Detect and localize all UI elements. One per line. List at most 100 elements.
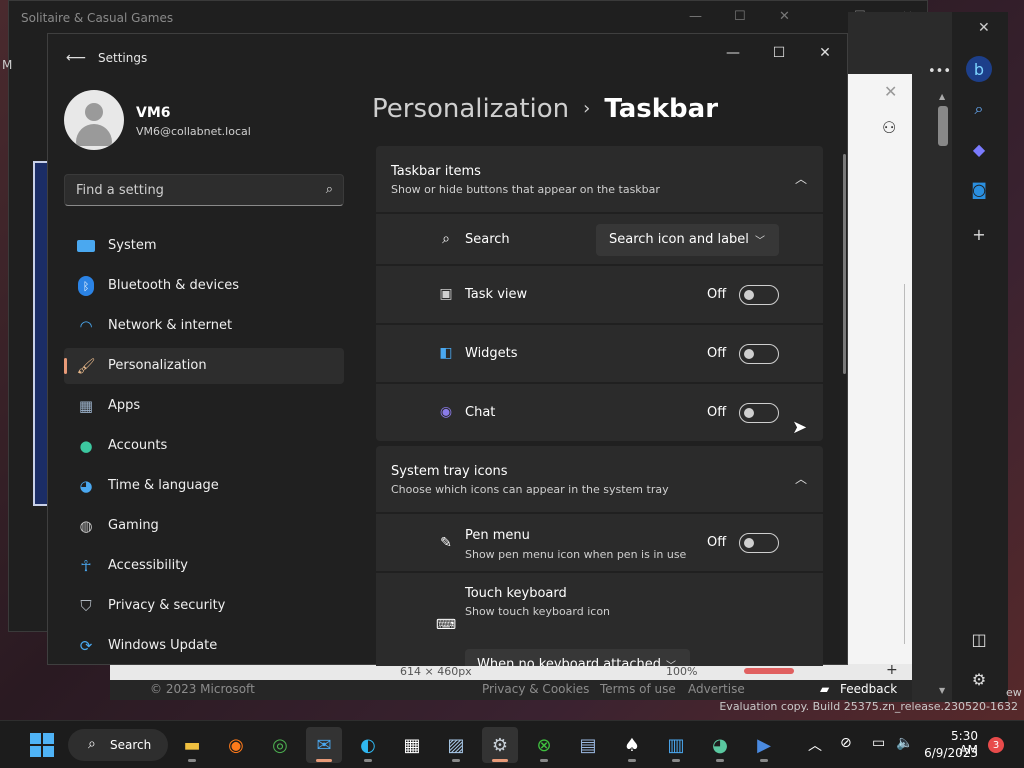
section-subtitle: Choose which icons can appear in the sys… [391,483,669,496]
close-icon[interactable]: ✕ [978,20,990,36]
sidebar-item-accounts[interactable]: ● Accounts [64,428,344,464]
minimize-icon[interactable]: — [689,9,702,24]
wifi-icon: ◠ [79,317,93,335]
taskbar-search[interactable]: ⌕ Search [68,729,168,761]
chrome-icon[interactable]: ◎ [262,727,298,763]
sidebar-item-network[interactable]: ◠ Network & internet [64,308,344,344]
feedback-icon[interactable]: ▰ [820,682,829,696]
sidebar-item-windows-update[interactable]: ⟳ Windows Update [64,628,344,664]
file-explorer-icon[interactable]: ▬ [174,727,210,763]
sidebar-item-accessibility[interactable]: ☥ Accessibility [64,548,344,584]
sidebar-item-apps[interactable]: ▦ Apps [64,388,344,424]
footer-advertise-link[interactable]: Advertise [688,682,745,696]
sidebar-item-gaming[interactable]: ◍ Gaming [64,508,344,544]
bing-icon[interactable]: b [966,56,992,82]
widgets-toggle[interactable] [739,344,779,364]
clock-date[interactable]: 6/9/2023 [922,746,978,760]
breadcrumb-parent[interactable]: Personalization [372,94,569,124]
sidebar-item-bluetooth[interactable]: ᛒ Bluetooth & devices [64,268,344,304]
zoom-slider[interactable] [744,668,794,674]
mail-icon[interactable]: ✉ [306,727,342,763]
close-icon[interactable]: ✕ [779,9,790,24]
content-scrollbar[interactable] [843,154,846,374]
zoom-in-icon[interactable]: + [886,662,898,678]
minimize-icon[interactable]: — [718,41,748,65]
footer-feedback-link[interactable]: Feedback [840,682,897,696]
chat-toggle[interactable] [739,403,779,423]
search-mode-dropdown[interactable]: Search icon and label ﹀ [596,224,779,256]
sidebar-item-label: Accessibility [108,558,188,573]
app-title: Settings [98,51,148,65]
system-tray-header[interactable]: System tray icons Choose which icons can… [376,446,823,512]
page-title: Taskbar [604,94,719,124]
start-button[interactable] [30,733,54,757]
store-icon[interactable]: ▦ [394,727,430,763]
touch-keyboard-dropdown[interactable]: When no keyboard attached ﹀ [465,649,690,666]
photos-icon[interactable]: ▨ [438,727,474,763]
page-scrollbar[interactable]: ▲ ▼ [934,90,952,702]
task-view-toggle[interactable] [739,285,779,305]
search-row: ⌕ Search Search icon and label ﹀ [376,214,823,264]
maximize-icon[interactable]: ☐ [764,41,794,65]
chevron-up-icon[interactable]: ︿ [795,170,807,187]
web-page: ✕ ⚇ [848,74,912,684]
row-label: Chat [465,405,496,420]
solitaire-icon[interactable]: ♠ [614,727,650,763]
maps-icon[interactable]: ◕ [702,727,738,763]
toggle-state: Off [707,535,727,550]
accessibility-icon: ☥ [80,557,92,575]
back-arrow-icon[interactable]: ⟵ [66,50,86,66]
chevron-up-icon[interactable]: ︿ [808,735,822,755]
notepad-icon[interactable]: ▥ [658,727,694,763]
chevron-up-icon[interactable]: ︿ [795,470,807,487]
search-icon[interactable]: ⌕ [326,182,333,197]
footer-terms-link[interactable]: Terms of use [600,682,676,696]
edge-icon[interactable]: ◐ [350,727,386,763]
search-placeholder: Find a setting [76,183,164,198]
sidebar-item-personalization[interactable]: 🖌 Personalization [64,348,344,384]
globe-clock-icon: ◕ [79,477,93,495]
footer-copyright: © 2023 Microsoft [150,682,255,696]
chat-row: ◉ Chat Off [376,384,823,441]
more-icon[interactable]: ••• [928,64,951,79]
shield-icon: ⛉ [80,597,92,615]
volume-icon[interactable]: 🔈 [896,735,913,751]
close-icon[interactable]: ✕ [810,41,840,65]
avatar-body [76,124,112,146]
sidebar-item-privacy-security[interactable]: ⛉ Privacy & security [64,588,344,624]
update-icon: ⟳ [79,637,93,655]
find-setting-input[interactable]: Find a setting ⌕ [64,174,344,206]
windows-logo-tile [43,733,54,744]
copilot-icon[interactable]: ◆ [966,136,992,162]
footer-privacy-link[interactable]: Privacy & Cookies [482,682,589,696]
avatar[interactable] [64,90,124,150]
settings-window: ⟵ Settings — ☐ ✕ VM6 VM6@collabnet.local… [47,33,848,666]
maximize-icon[interactable]: ☐ [734,9,746,24]
close-icon[interactable]: ✕ [884,82,897,101]
sidebar-toggle-icon[interactable]: ◫ [966,626,992,652]
scrollbar-thumb[interactable] [938,106,948,146]
scroll-down-icon[interactable]: ▼ [939,686,945,695]
outlook-icon[interactable]: ◙ [966,176,992,202]
sidebar-item-system[interactable]: System [64,228,344,264]
calculator-icon[interactable]: ▤ [570,727,606,763]
dropdown-value: Search icon and label [609,232,749,247]
sidebar-item-time-language[interactable]: ◕ Time & language [64,468,344,504]
search-icon[interactable]: ⌕ [966,96,992,122]
pen-menu-toggle[interactable] [739,533,779,553]
people-icon[interactable]: ⚇ [882,118,896,137]
settings-gear-icon[interactable]: ⚙ [482,727,518,763]
network-disconnected-icon[interactable]: ⊘ [840,735,852,751]
sidebar-item-label: Personalization [108,358,207,373]
sidebar-item-label: Privacy & security [108,598,226,613]
firefox-icon[interactable]: ◉ [218,727,254,763]
title-bar: ⟵ Settings — ☐ ✕ [48,34,847,82]
add-icon[interactable]: + [966,221,992,247]
taskbar-items-header[interactable]: Taskbar items Show or hide buttons that … [376,146,823,212]
xbox-icon[interactable]: ⊗ [526,727,562,763]
scroll-up-icon[interactable]: ▲ [939,92,945,101]
display-icon[interactable]: ▭ [872,735,885,751]
gear-icon[interactable]: ⚙ [966,666,992,692]
media-player-icon[interactable]: ▶ [746,727,782,763]
notification-badge[interactable]: 3 [988,737,1004,753]
